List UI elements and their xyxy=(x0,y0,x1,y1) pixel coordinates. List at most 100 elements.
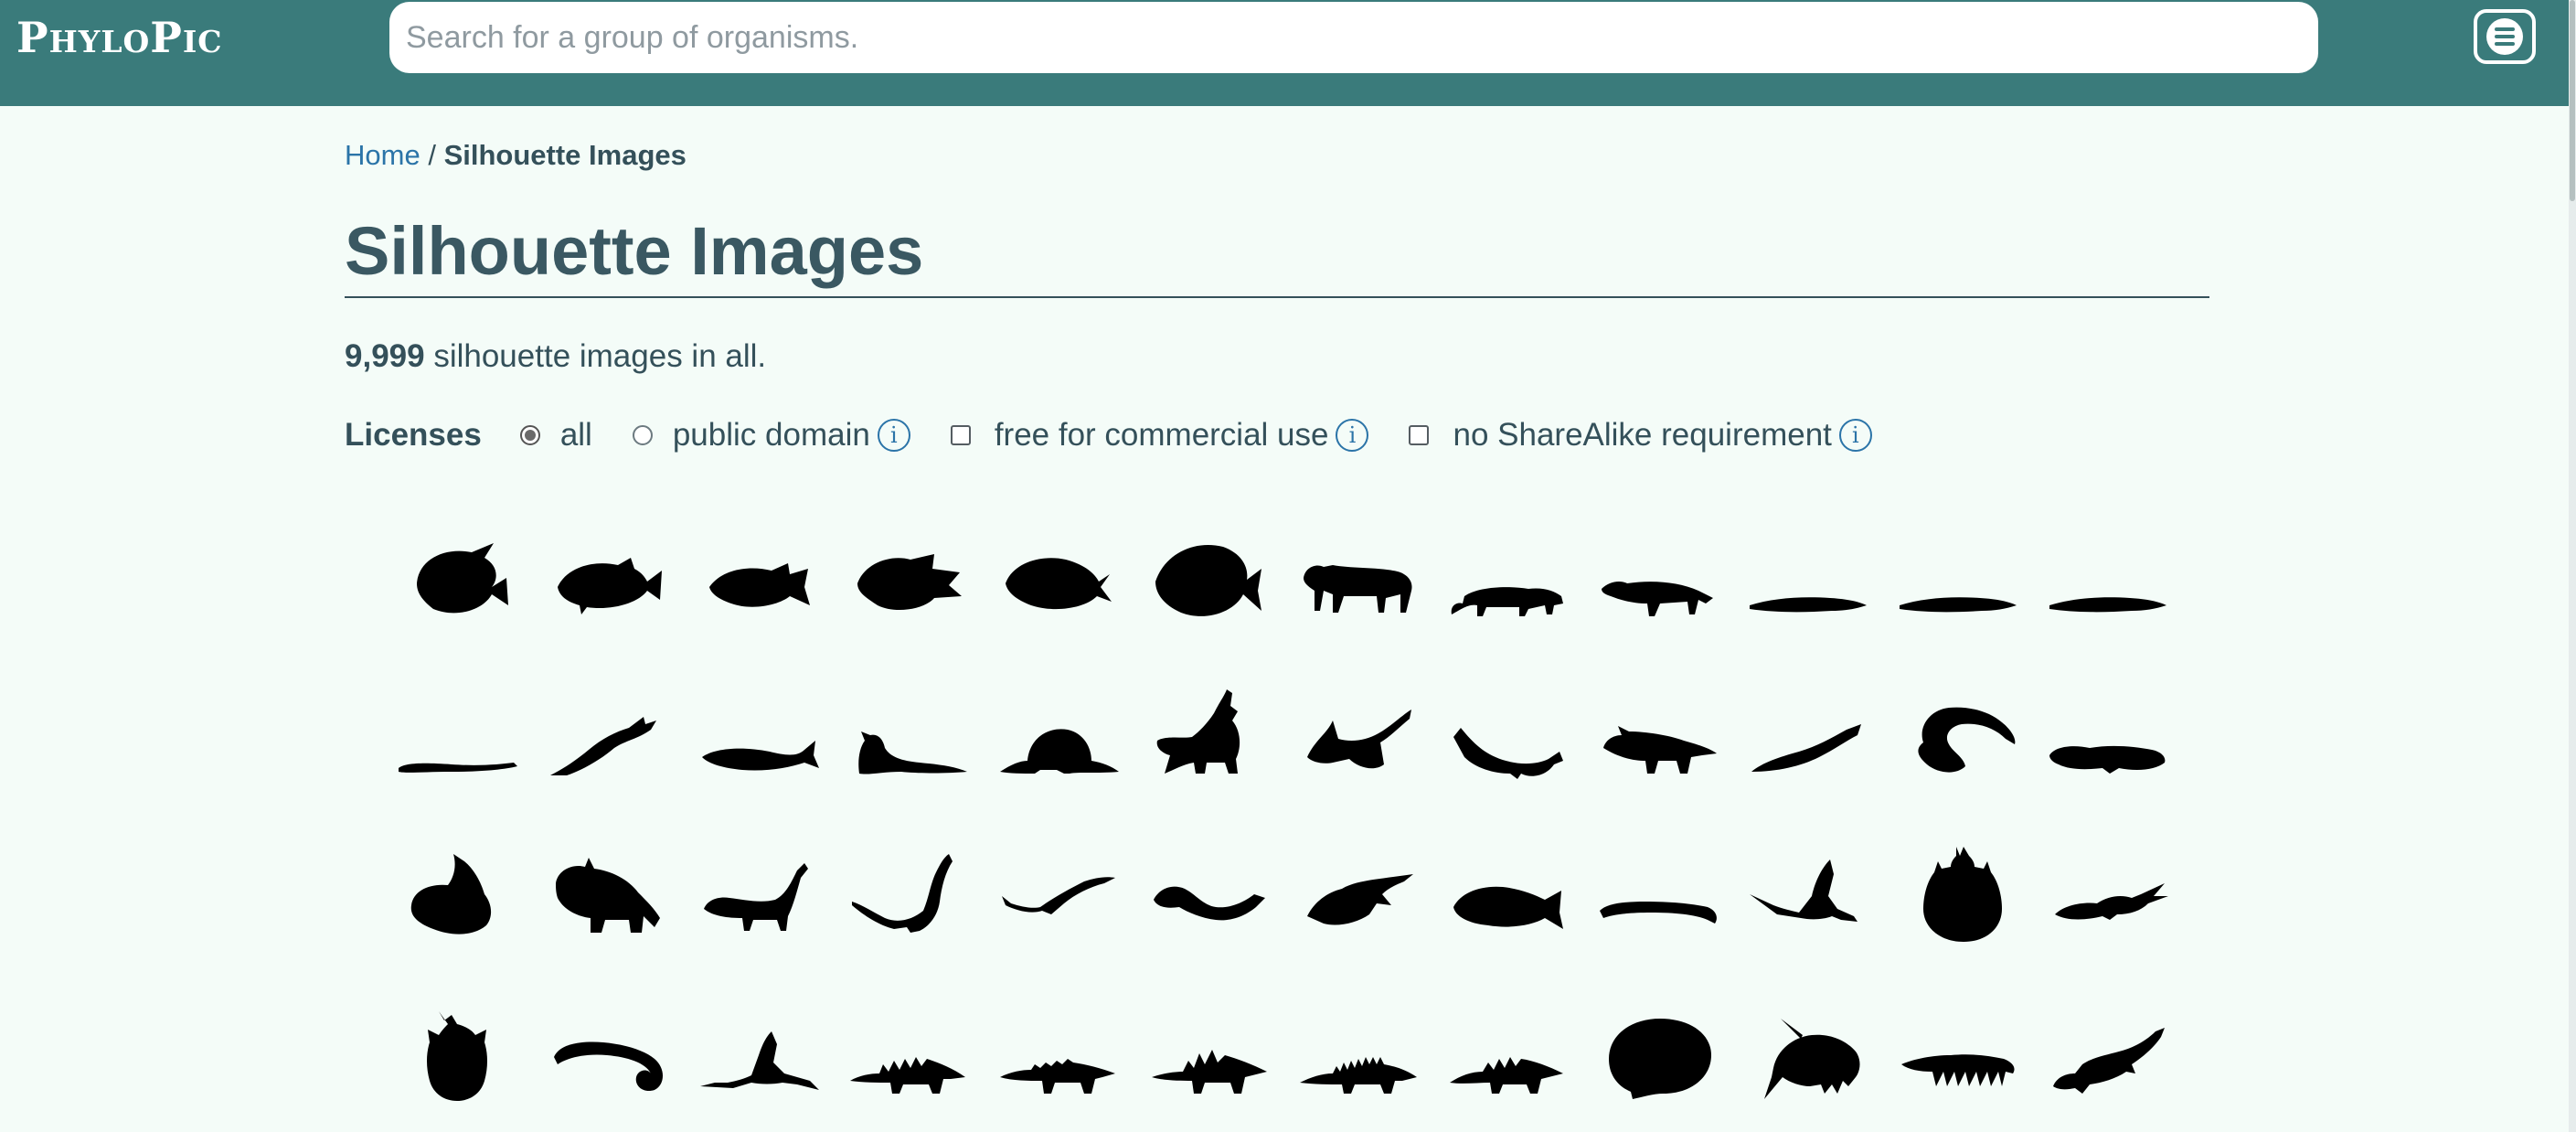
silhouette-tile[interactable] xyxy=(391,984,527,1127)
silhouette-tile[interactable] xyxy=(1591,669,1726,812)
butterflyfish-silhouette-icon xyxy=(417,543,508,614)
license-option-all[interactable]: all xyxy=(519,417,592,454)
silhouette-tile[interactable] xyxy=(691,669,826,812)
silhouette-tile[interactable] xyxy=(841,669,976,812)
carp-silhouette-icon xyxy=(1453,886,1563,929)
silhouette-tile[interactable] xyxy=(541,512,676,655)
silhouette-tile[interactable] xyxy=(1141,984,1276,1127)
silhouette-tile[interactable] xyxy=(2040,984,2176,1127)
silhouette-tile[interactable] xyxy=(541,827,676,969)
silhouette-tile[interactable] xyxy=(1890,984,2026,1127)
license-all-radio[interactable] xyxy=(519,425,540,445)
silhouette-tile[interactable] xyxy=(1441,669,1576,812)
silhouette-tile[interactable] xyxy=(1291,984,1426,1127)
silhouette-tile[interactable] xyxy=(2040,512,2176,655)
info-icon[interactable]: i xyxy=(1336,419,1369,452)
silhouette-tile[interactable] xyxy=(1141,512,1276,655)
spiny-dinosaur-silhouette-icon xyxy=(1156,689,1240,774)
silhouette-tile[interactable] xyxy=(841,827,976,969)
page-scrollbar[interactable] xyxy=(2569,0,2576,1132)
silhouette-tile[interactable] xyxy=(841,512,976,655)
stegosaur-spiky-silhouette-icon xyxy=(1300,1057,1417,1094)
silhouette-tile[interactable] xyxy=(841,984,976,1127)
silhouette-tile[interactable] xyxy=(2040,669,2176,812)
silhouette-grid xyxy=(391,512,2190,1127)
silhouette-tile[interactable] xyxy=(1291,512,1426,655)
license-public-domain-radio[interactable] xyxy=(632,425,653,445)
silhouette-tile[interactable] xyxy=(1591,512,1726,655)
coiled-creature-silhouette-icon xyxy=(1918,707,2016,773)
info-icon[interactable]: i xyxy=(877,419,910,452)
silhouette-tile[interactable] xyxy=(1591,984,1726,1127)
silhouette-tile[interactable] xyxy=(1890,827,2026,969)
dimetrodon-silhouette-icon xyxy=(1000,729,1119,774)
scrollbar-thumb[interactable] xyxy=(2570,0,2575,201)
info-icon[interactable]: i xyxy=(1838,419,1872,452)
hamburger-menu-icon xyxy=(2486,18,2523,55)
license-option-commercial[interactable]: free for commercial use i xyxy=(950,417,1369,454)
ceratopsian-silhouette-icon xyxy=(1603,726,1717,774)
search-input[interactable] xyxy=(389,2,2318,73)
eel-like-fish-silhouette-icon xyxy=(1900,597,2017,613)
salamander-swimming-silhouette-icon xyxy=(1154,886,1265,921)
silhouette-tile[interactable] xyxy=(991,984,1126,1127)
long-neck-dinosaur-silhouette-icon xyxy=(704,863,808,931)
silhouette-tile[interactable] xyxy=(2040,827,2176,969)
silhouette-tile[interactable] xyxy=(541,669,676,812)
silhouette-tile[interactable] xyxy=(1740,827,1876,969)
image-count-number: 9,999 xyxy=(345,338,425,374)
license-commercial-checkbox[interactable] xyxy=(950,425,971,445)
newt-silhouette-icon xyxy=(2053,1028,2165,1094)
silhouette-tile[interactable] xyxy=(1141,827,1276,969)
tang-silhouette-icon xyxy=(1006,558,1112,610)
license-no-sharealike-checkbox[interactable] xyxy=(1409,425,1430,445)
mongoose-silhouette-icon xyxy=(1451,587,1563,616)
silhouette-tile[interactable] xyxy=(1740,512,1876,655)
image-count: 9,999 silhouette images in all. xyxy=(345,338,766,375)
silhouette-tile[interactable] xyxy=(1291,669,1426,812)
silhouette-tile[interactable] xyxy=(991,512,1126,655)
silhouette-tile[interactable] xyxy=(1740,984,1876,1127)
silhouette-tile[interactable] xyxy=(1890,512,2026,655)
trilobite-like-silhouette-icon xyxy=(1307,874,1413,925)
silhouette-tile[interactable] xyxy=(991,669,1126,812)
silhouette-tile[interactable] xyxy=(1441,827,1576,969)
menu-button[interactable] xyxy=(2474,9,2536,64)
swimming-reptile-silhouette-icon xyxy=(1453,728,1563,779)
mayfly-small-silhouette-icon xyxy=(700,1031,819,1090)
silhouette-tile[interactable] xyxy=(1591,827,1726,969)
ankylosaur-silhouette-icon xyxy=(1000,1059,1115,1094)
breadcrumb-home-link[interactable]: Home xyxy=(345,139,420,171)
license-option-no-sharealike[interactable]: no ShareAlike requirement i xyxy=(1409,417,1872,454)
logo-letters: HYLO xyxy=(48,24,151,59)
silhouette-tile[interactable] xyxy=(391,669,527,812)
silhouette-tile[interactable] xyxy=(1441,512,1576,655)
phylopic-logo[interactable]: P HYLO P IC xyxy=(16,13,223,64)
silhouette-tile[interactable] xyxy=(991,827,1126,969)
silhouette-tile[interactable] xyxy=(391,827,527,969)
silhouette-tile[interactable] xyxy=(1291,827,1426,969)
isopod-chain-silhouette-icon xyxy=(1901,1054,2015,1086)
beetle-silhouette-icon xyxy=(1923,847,2002,942)
reef-fish-silhouette-icon xyxy=(558,558,662,614)
silhouette-tile[interactable] xyxy=(1441,984,1576,1127)
eel-like-fish-silhouette-icon xyxy=(1750,597,1867,613)
aquatic-mammal-silhouette-icon xyxy=(858,732,967,774)
silhouette-tile[interactable] xyxy=(1890,669,2026,812)
pterosaur-small-silhouette-icon xyxy=(1002,877,1115,914)
silhouette-tile[interactable] xyxy=(691,984,826,1127)
silhouette-tile[interactable] xyxy=(1740,669,1876,812)
silhouette-tile[interactable] xyxy=(691,512,826,655)
eel-like-fish-silhouette-icon xyxy=(2049,597,2166,613)
license-no-sharealike-label: no ShareAlike requirement xyxy=(1453,417,1832,453)
silhouette-tile[interactable] xyxy=(691,827,826,969)
breadcrumb: Home / Silhouette Images xyxy=(345,139,687,172)
plesiosaur-long-silhouette-icon xyxy=(852,854,953,933)
silhouette-tile[interactable] xyxy=(1141,669,1276,812)
leech-silhouette-icon xyxy=(554,1041,663,1092)
triceratops-silhouette-icon xyxy=(556,858,660,933)
silhouette-tile[interactable] xyxy=(541,984,676,1127)
license-option-public-domain[interactable]: public domain i xyxy=(632,417,910,454)
license-all-label: all xyxy=(559,417,592,453)
silhouette-tile[interactable] xyxy=(391,512,527,655)
